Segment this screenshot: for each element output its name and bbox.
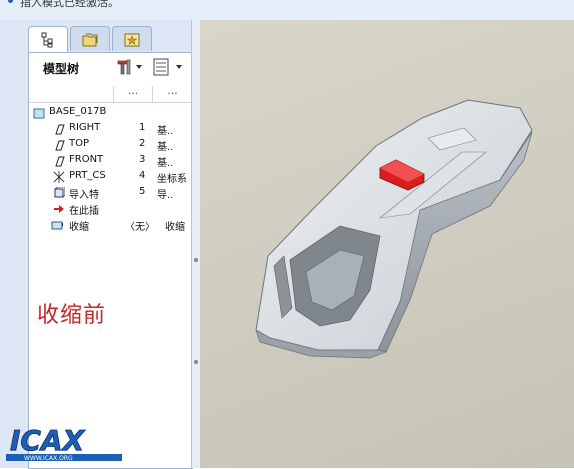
tree-columns-icon [153,58,182,76]
tree-settings-button[interactable] [115,57,145,77]
tree-item-label: 收缩 [69,222,89,233]
splitter-handle[interactable] [194,360,198,364]
tree-item-col2: 导.. [157,190,174,201]
column-header-1[interactable]: ... [113,85,152,102]
tree-item-col1: 1 [139,122,146,133]
tree-item-col1: 3 [139,154,146,165]
navigator-panel: 模型树 ... ... BASE_017B RIGHT 1 基.. TOP 2 … [0,20,200,469]
bullet-icon [8,0,13,3]
tree-item-import[interactable]: 导入特 5 导.. [29,185,192,201]
graphics-viewport[interactable] [200,20,574,468]
folder-browser-icon [82,33,98,47]
tree-item-label: RIGHT [69,122,101,133]
model-tree-icon [41,32,53,48]
insert-here-arrow-icon [54,205,64,213]
tab-favorites[interactable] [112,26,152,51]
tree-item-front[interactable]: FRONT 3 基.. [29,153,192,169]
coordinate-system-icon [53,171,65,183]
svg-text:ICAX: ICAX [10,424,86,457]
tree-item-base[interactable]: BASE_017B [29,105,192,121]
tab-folder-browser[interactable] [70,26,110,51]
tree-item-col2: 基.. [157,126,174,137]
model-tree-title: 模型树 [43,62,80,76]
datum-plane-icon [55,124,65,135]
tree-item-col1: 4 [139,170,146,181]
icax-logo: ICAX WWW.ICAX.ORG [6,424,122,462]
tree-column-header: ... ... [29,85,192,103]
model-tree-header: 模型树 [28,52,193,84]
tree-item-col1: 5 [139,186,146,197]
tree-item-top[interactable]: TOP 2 基.. [29,137,192,153]
tree-item-col2: 坐标系 [157,174,187,185]
favorites-icon [124,33,140,47]
svg-text:WWW.ICAX.ORG: WWW.ICAX.ORG [24,455,73,462]
tree-item-insert-here[interactable]: 在此插 [29,201,192,217]
model-tree: ... ... BASE_017B RIGHT 1 基.. TOP 2 基.. [28,83,193,469]
tree-settings-icon [117,59,142,75]
tree-item-col2: 基.. [157,142,174,153]
tree-item-label: 在此插 [69,206,99,217]
datum-plane-icon [55,140,65,151]
part-icon [33,108,45,119]
annotation-label: 收缩前 [37,303,107,328]
shell-part [255,99,533,359]
tab-model-tree[interactable] [28,26,68,53]
status-message: 指入模式已经激活。 [20,0,119,9]
tree-item-label: BASE_017B [49,106,107,117]
tree-item-shrinkwrap[interactable]: 收缩 〈无〉 收缩 [29,217,192,233]
model-3d-view [255,99,533,359]
navigator-tabs [28,26,198,53]
tree-item-label: FRONT [69,154,104,165]
tree-item-label: TOP [69,138,90,149]
shrinkwrap-icon [51,221,63,230]
tree-item-col2: 收缩 [165,222,185,233]
tree-item-col1: 〈无〉 [125,222,155,233]
status-message-bar: 指入模式已经激活。 [0,0,574,21]
tree-item-prt-cs[interactable]: PRT_CS 4 坐标系 [29,169,192,185]
splitter-handle[interactable] [194,258,198,262]
tree-item-col1: 2 [139,138,146,149]
tree-item-col2: 基.. [157,158,174,169]
datum-plane-icon [55,156,65,167]
tree-item-right[interactable]: RIGHT 1 基.. [29,121,192,137]
tree-item-label: PRT_CS [69,170,106,181]
tree-columns-button[interactable] [151,57,185,77]
column-header-2[interactable]: ... [152,85,192,102]
import-feature-icon [54,187,65,198]
tree-item-label: 导入特 [69,190,99,201]
